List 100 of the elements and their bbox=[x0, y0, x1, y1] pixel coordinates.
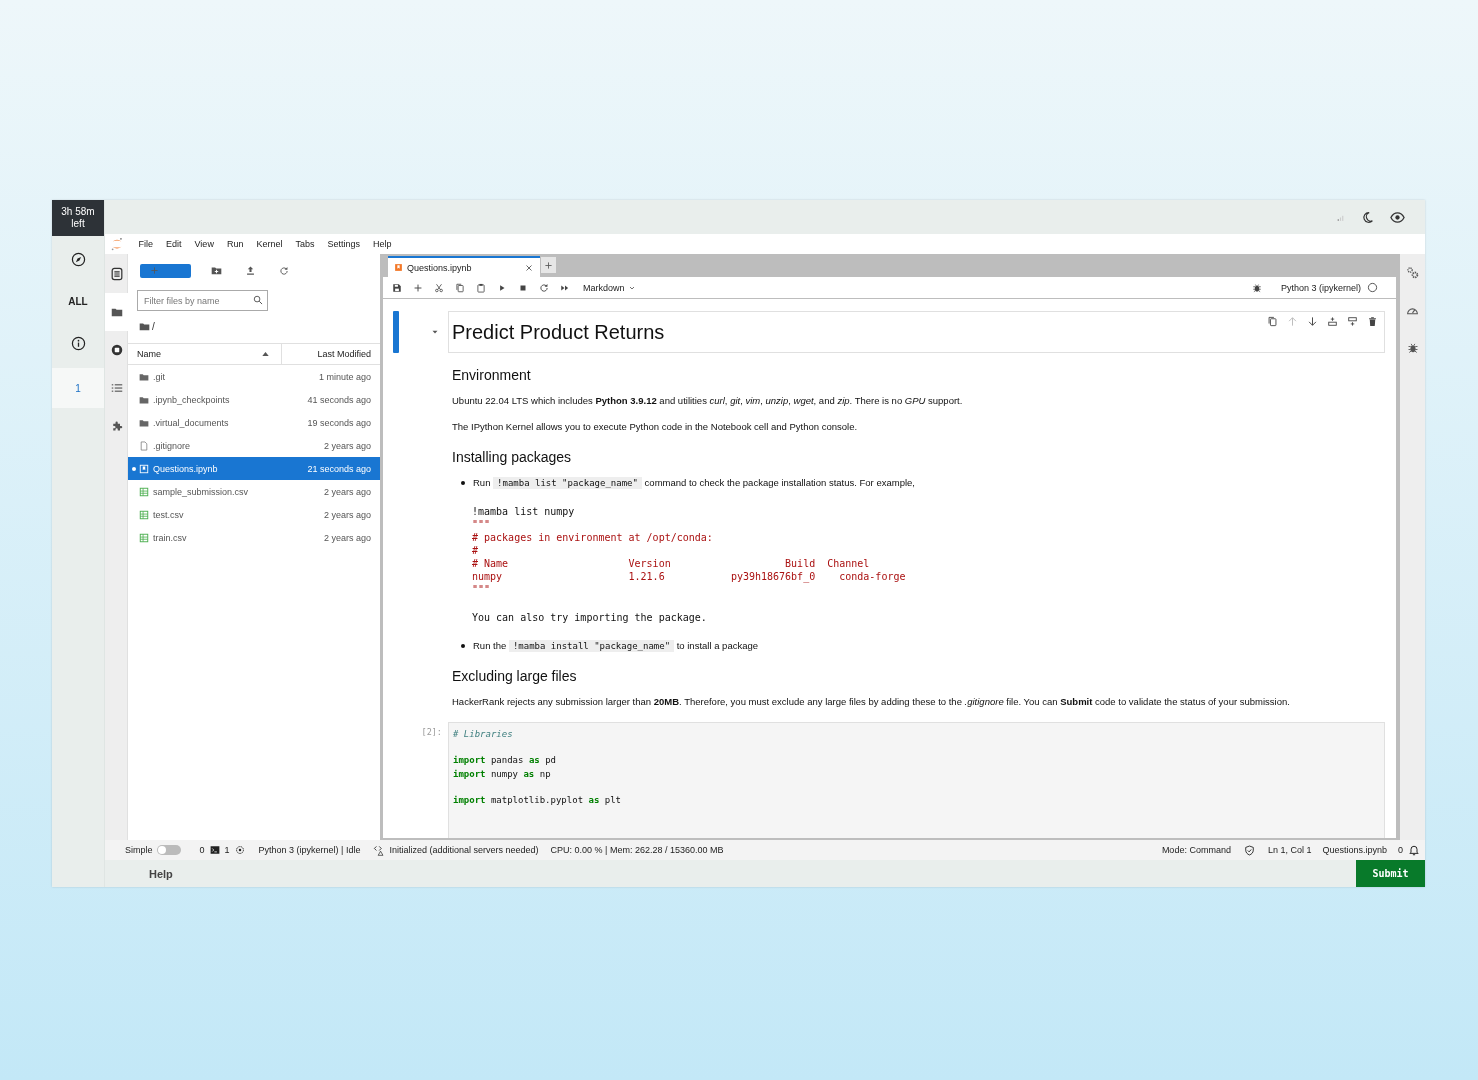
table-icon bbox=[139, 532, 149, 543]
compass-icon bbox=[70, 251, 86, 267]
file-name: .ipynb_checkpoints bbox=[153, 394, 231, 405]
lsp-status-icon[interactable] bbox=[373, 844, 385, 856]
notebook-file-icon bbox=[394, 263, 403, 272]
code-cell[interactable]: # Libraries import pandas as pd import numpy as np import matplotlib.pyplot as plt bbox=[448, 722, 1385, 838]
simple-mode-toggle[interactable] bbox=[156, 845, 181, 855]
plus-icon[interactable] bbox=[413, 282, 423, 293]
refresh-icon[interactable] bbox=[279, 265, 289, 276]
search-icon bbox=[253, 295, 263, 305]
new-tab-button[interactable] bbox=[541, 257, 556, 273]
eye-icon[interactable] bbox=[1390, 209, 1405, 225]
menu-item[interactable]: File bbox=[132, 239, 160, 249]
breadcrumb[interactable]: / bbox=[152, 320, 155, 332]
menu-item[interactable]: Run bbox=[220, 239, 250, 249]
file-row[interactable]: .gitignore 2 years ago bbox=[128, 434, 380, 457]
bell-icon[interactable] bbox=[1408, 844, 1420, 856]
save-icon[interactable] bbox=[392, 282, 402, 293]
kernel-name[interactable]: Python 3 (ipykernel) bbox=[1280, 282, 1361, 293]
folder-icon bbox=[110, 306, 123, 318]
menu-item[interactable]: Tabs bbox=[288, 239, 321, 249]
submit-button[interactable]: Submit bbox=[1356, 860, 1425, 887]
close-icon[interactable] bbox=[524, 262, 534, 273]
upload-icon[interactable] bbox=[245, 265, 256, 276]
new-folder-icon[interactable] bbox=[211, 265, 222, 276]
menu-item[interactable]: View bbox=[188, 239, 221, 249]
file-row[interactable]: train.csv 2 years ago bbox=[128, 526, 380, 549]
cursor-position[interactable]: Ln 1, Col 1 bbox=[1267, 845, 1312, 855]
logo-icon bbox=[110, 237, 124, 251]
terminal-count: 0 bbox=[199, 845, 205, 855]
active-cell-bar bbox=[393, 311, 399, 353]
bug-icon[interactable] bbox=[1406, 342, 1419, 354]
shield-icon[interactable] bbox=[1243, 844, 1255, 856]
nav-tab[interactable]: ALL bbox=[52, 280, 104, 322]
modified-time: 21 seconds ago bbox=[307, 463, 372, 474]
help-link[interactable]: Help bbox=[149, 867, 1356, 880]
bullet-icon bbox=[461, 481, 465, 485]
file-name: Questions.ipynb bbox=[153, 463, 219, 474]
sidebar-tab[interactable] bbox=[105, 293, 128, 331]
nav-tab[interactable]: 1 bbox=[52, 368, 104, 408]
notebook-tab[interactable]: Questions.ipynb bbox=[388, 256, 540, 277]
code-text: You can also try importing the package. bbox=[472, 611, 708, 624]
kernel-status-icon bbox=[1367, 282, 1378, 293]
column-header[interactable]: Last Modified bbox=[282, 349, 380, 359]
paragraph: Ubuntu 22.04 LTS which includes Python 3.9.12 and utilities curl, git, vim, unzip, wget, and zip. There is no GPU support. bbox=[452, 394, 964, 408]
cell-type-dropdown[interactable]: Markdown bbox=[583, 282, 647, 293]
file-row[interactable]: sample_submission.csv 2 years ago bbox=[128, 480, 380, 503]
insert-below-icon[interactable] bbox=[1347, 316, 1358, 327]
paragraph: HackerRank rejects any submission larger than 20MB. Therefore, you must exclude any large files by adding these to the .gitignore file. You can Submit code to validate the status of your submission. bbox=[452, 695, 1291, 709]
code-output: """ # packages in environment at /opt/conda: # # Name Version Build Channel numpy 1.21.6 py39h18676bf_0 conda-forge """ bbox=[472, 518, 907, 596]
kernel-icon[interactable] bbox=[234, 845, 245, 855]
file-name: .gitignore bbox=[153, 440, 192, 451]
file-row[interactable]: .git 1 minute ago bbox=[128, 365, 380, 388]
section-heading: Installing packages bbox=[452, 449, 573, 465]
bullet-icon bbox=[461, 644, 465, 648]
restart-icon[interactable] bbox=[539, 282, 549, 293]
bug-icon[interactable] bbox=[1251, 282, 1262, 293]
modified-time: 2 years ago bbox=[323, 486, 372, 497]
folder-icon[interactable] bbox=[139, 320, 150, 332]
run-icon[interactable] bbox=[497, 282, 507, 293]
list-item: Run !mamba list "package_name" command to check the package installation status. For example, bbox=[473, 476, 915, 491]
resource-usage: CPU: 0.00 % | Mem: 262.28 / 15360.00 MB bbox=[550, 845, 724, 855]
file-name: test.csv bbox=[153, 509, 185, 520]
execution-prompt: [2]: bbox=[420, 726, 443, 739]
move-down-icon[interactable] bbox=[1307, 316, 1318, 327]
gears-icon[interactable] bbox=[1406, 266, 1419, 279]
section-heading: Environment bbox=[452, 367, 532, 383]
paragraph: The IPython Kernel allows you to execute Python code in the Notebook cell and Python console. bbox=[452, 420, 859, 434]
copy-icon[interactable] bbox=[455, 282, 465, 293]
info-icon bbox=[70, 335, 86, 351]
delete-icon[interactable] bbox=[1367, 316, 1378, 327]
list-icon bbox=[110, 382, 123, 394]
new-launcher-button[interactable] bbox=[140, 263, 191, 278]
table-icon bbox=[139, 486, 149, 497]
kernel-status[interactable]: Python 3 (ipykernel) | Idle bbox=[258, 845, 361, 855]
terminal-icon[interactable] bbox=[209, 845, 220, 855]
filter-field[interactable]: Filter files by name bbox=[137, 290, 268, 311]
file-name: train.csv bbox=[153, 532, 188, 543]
menu-item[interactable]: Edit bbox=[159, 239, 189, 249]
file-row[interactable]: .ipynb_checkpoints 41 seconds ago bbox=[128, 388, 380, 411]
stop-circle-icon bbox=[110, 344, 123, 356]
cut-icon[interactable] bbox=[434, 282, 444, 293]
code-line: import matplotlib.pyplot as plt bbox=[453, 794, 622, 807]
file-row[interactable]: Questions.ipynb 21 seconds ago bbox=[128, 457, 380, 480]
lsp-status[interactable]: Initialized (additional servers needed) bbox=[389, 845, 539, 855]
file-row[interactable]: test.csv 2 years ago bbox=[128, 503, 380, 526]
mode-indicator[interactable]: Mode: Command bbox=[1161, 845, 1231, 855]
notebook-file-icon bbox=[139, 463, 149, 474]
file-name: sample_submission.csv bbox=[153, 486, 250, 497]
menu-item[interactable]: Help bbox=[366, 239, 398, 249]
folder-icon bbox=[139, 371, 149, 382]
duplicate-icon[interactable] bbox=[1267, 316, 1278, 327]
modified-time: 2 years ago bbox=[323, 440, 372, 451]
menu-item[interactable]: Settings bbox=[320, 239, 367, 249]
paste-icon[interactable] bbox=[476, 282, 486, 293]
column-header[interactable]: Name bbox=[128, 344, 282, 364]
insert-above-icon[interactable] bbox=[1327, 316, 1338, 327]
menu-item[interactable]: Kernel bbox=[249, 239, 289, 249]
file-row[interactable]: .virtual_documents 19 seconds ago bbox=[128, 411, 380, 434]
theme-toggle-icon[interactable] bbox=[1361, 210, 1374, 224]
